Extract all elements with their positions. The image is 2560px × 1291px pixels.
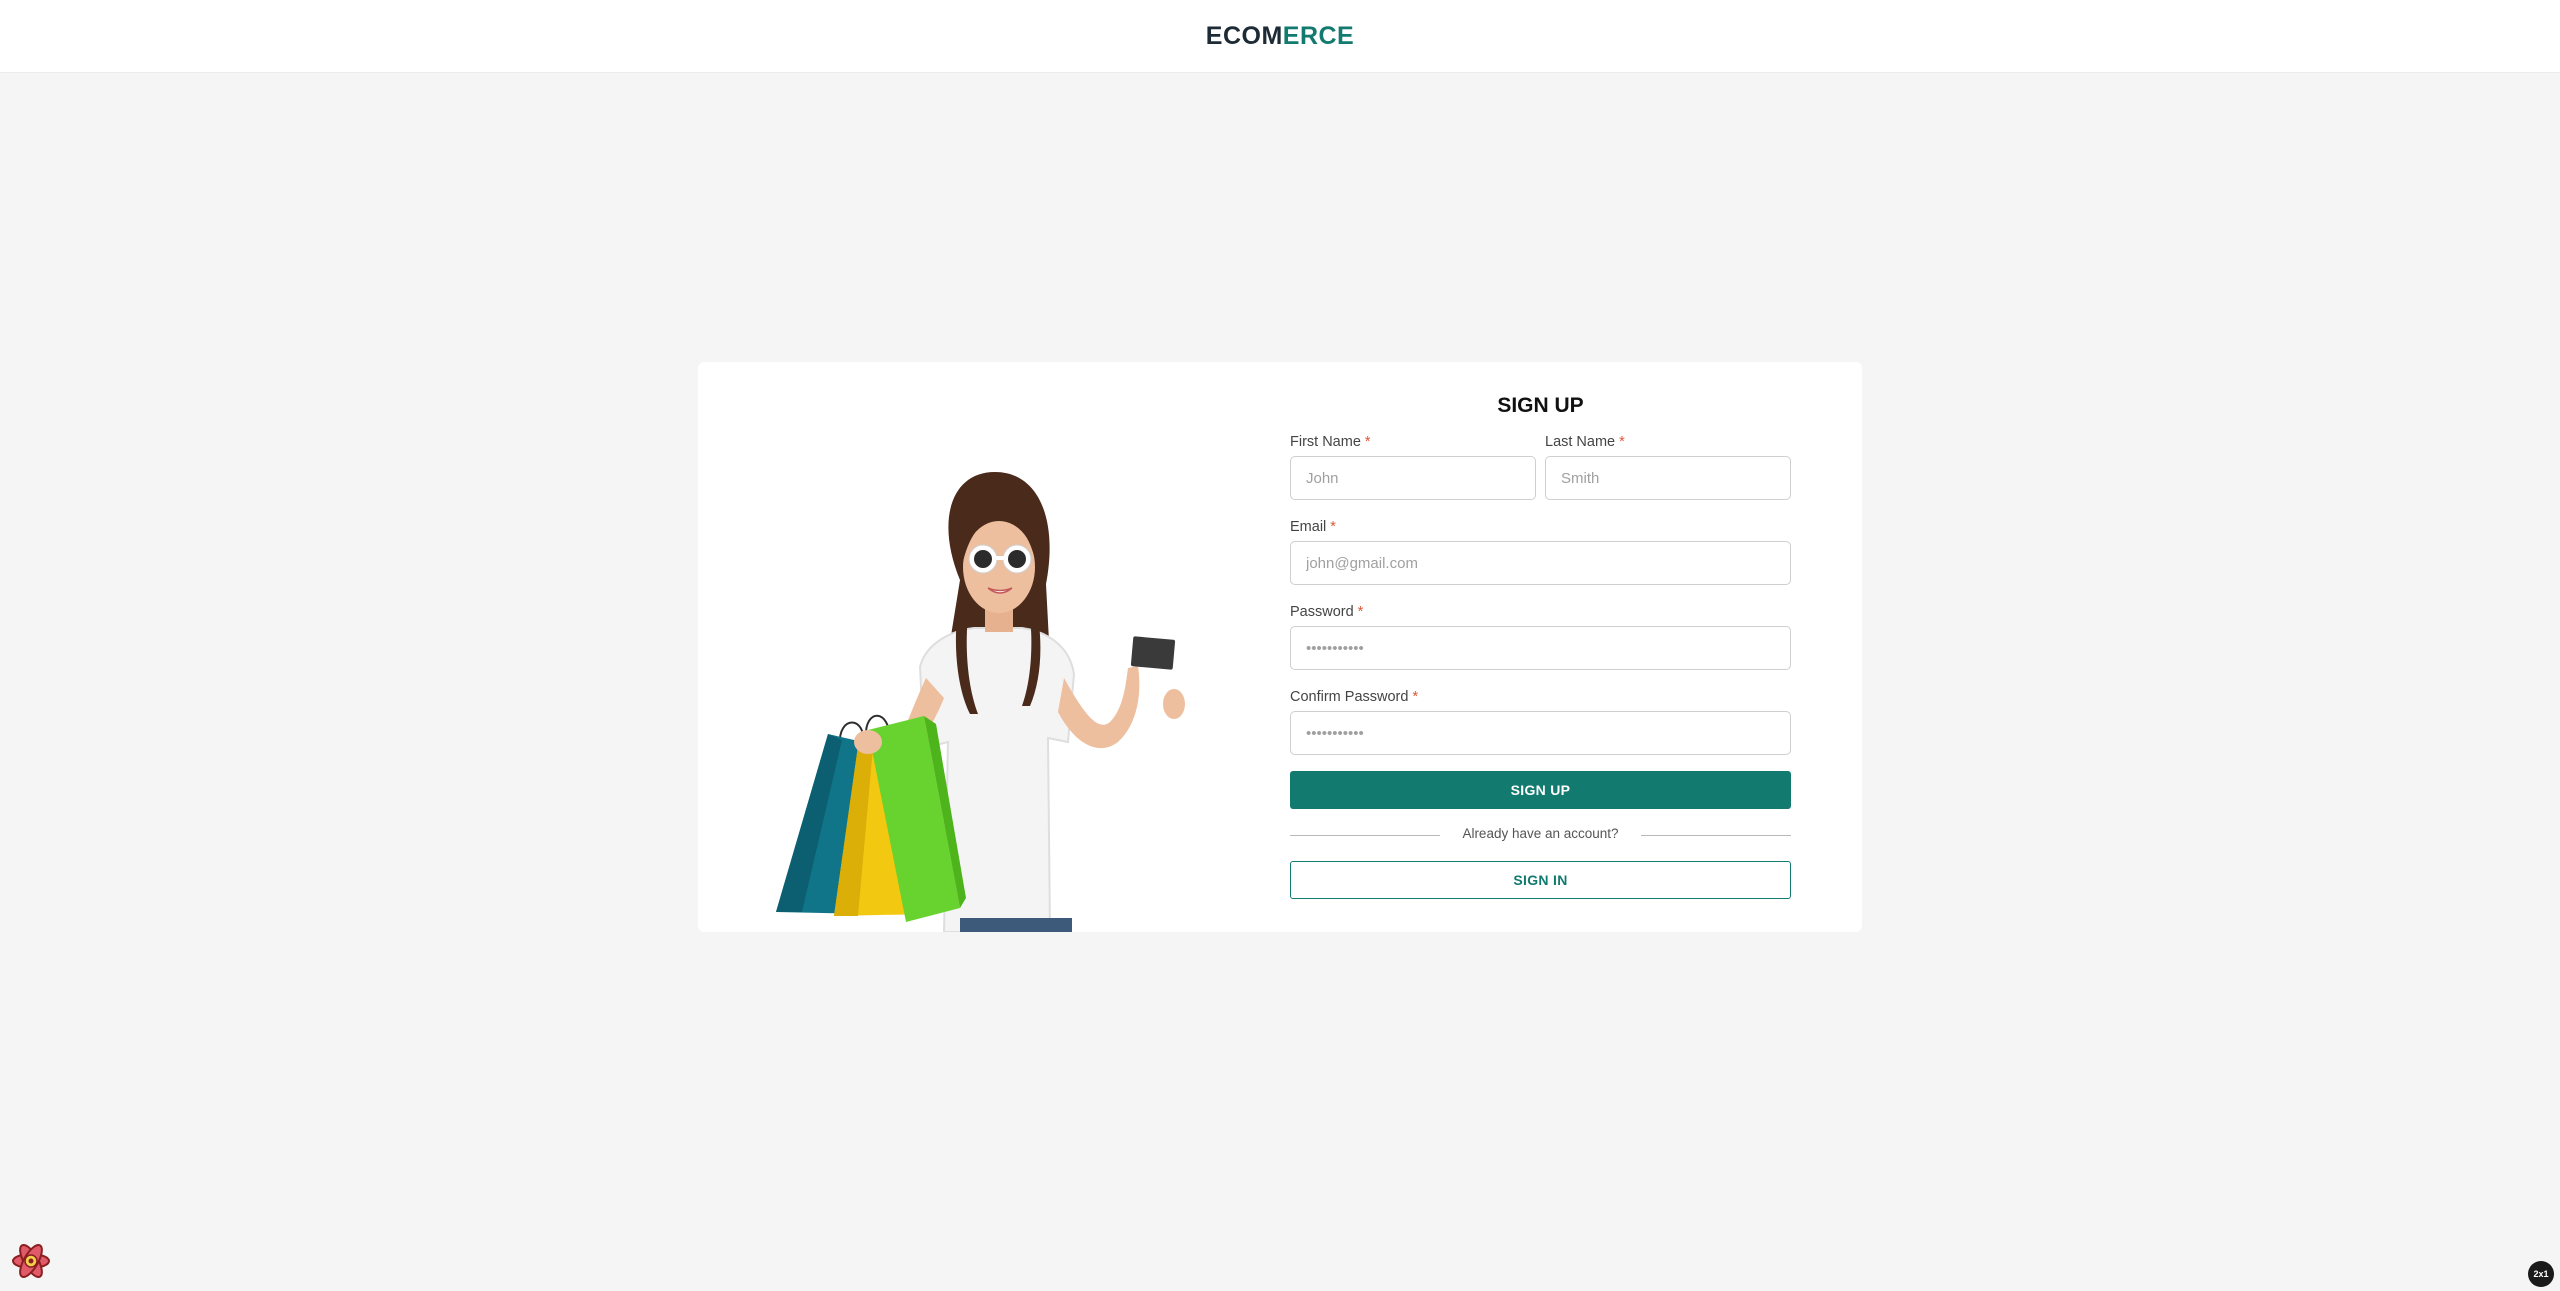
password-input[interactable] xyxy=(1290,626,1791,670)
email-label-text: Email xyxy=(1290,519,1327,535)
required-marker: * xyxy=(1357,604,1364,620)
logo-part-dark: ECOM xyxy=(1205,21,1283,50)
first-name-input[interactable] xyxy=(1290,456,1536,500)
form-title: SIGN UP xyxy=(1497,394,1584,417)
confirm-password-input[interactable] xyxy=(1290,711,1791,755)
last-name-input[interactable] xyxy=(1545,456,1791,500)
signup-button[interactable]: SIGN UP xyxy=(1290,771,1791,809)
react-devtools-icon[interactable] xyxy=(10,1240,52,1282)
required-marker: * xyxy=(1619,434,1625,450)
first-name-label-text: First Name xyxy=(1290,434,1361,450)
brand-logo[interactable]: ECOMERCE xyxy=(1206,22,1354,51)
required-marker: * xyxy=(1412,689,1419,705)
password-label-text: Password xyxy=(1290,604,1354,620)
email-label: Email * xyxy=(1290,519,1336,535)
shopper-illustration xyxy=(698,362,1278,932)
logo-part-accent: ERCE xyxy=(1282,21,1355,50)
first-name-label: First Name * xyxy=(1290,434,1371,450)
signup-card: SIGN UP First Name* Last Name* Email* Pa… xyxy=(698,362,1862,932)
top-bar: ECOMERCE xyxy=(0,0,2560,73)
corner-badge[interactable]: 2x1 xyxy=(2528,1261,2554,1287)
required-marker: * xyxy=(1364,434,1371,450)
divider-line-left xyxy=(1290,835,1440,836)
password-label: Password * xyxy=(1290,604,1363,620)
signin-button[interactable]: SIGN IN xyxy=(1290,861,1791,899)
last-name-label-text: Last Name xyxy=(1545,434,1616,450)
email-input[interactable] xyxy=(1290,541,1791,585)
shopper-image xyxy=(776,472,1185,932)
confirm-password-label-text: Confirm Password xyxy=(1290,689,1409,705)
confirm-password-label: Confirm Password * xyxy=(1290,689,1418,705)
required-marker: * xyxy=(1330,519,1336,535)
signup-form: SIGN UP First Name* Last Name* Email* Pa… xyxy=(1290,362,1791,932)
divider-line-right xyxy=(1641,835,1791,836)
last-name-label: Last Name * xyxy=(1545,434,1625,450)
already-have-account-text: Already have an account? xyxy=(1462,826,1619,841)
